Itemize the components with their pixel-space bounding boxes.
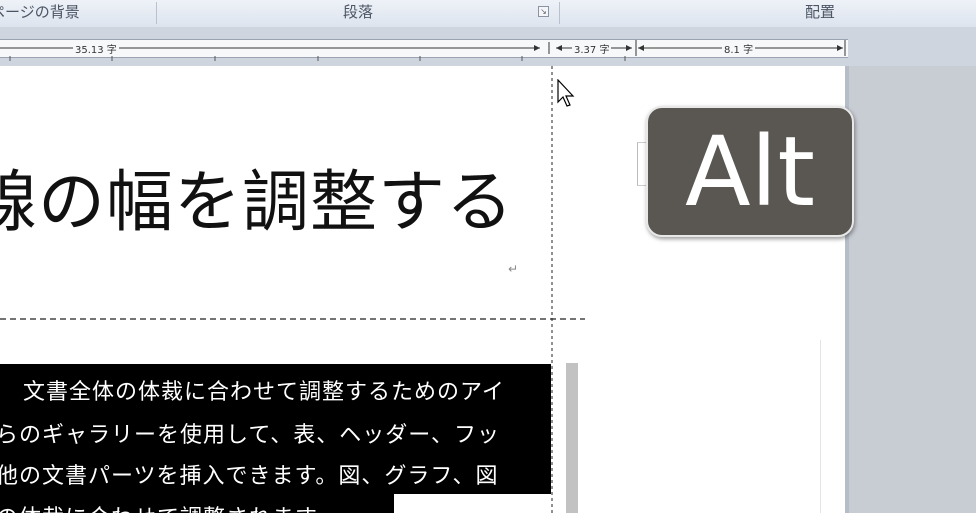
dialog-launcher-icon[interactable]: ↘ — [538, 6, 549, 17]
ruler-gap-width: 3.37 字 — [572, 41, 612, 56]
group-label-paragraph: 段落 — [342, 3, 373, 21]
key-press-overlay: Alt — [646, 106, 854, 237]
group-label-page-background: ページの背景 — [0, 3, 80, 21]
margin-line — [820, 340, 821, 513]
ruler-left-width: 35.13 字 — [73, 41, 119, 56]
paragraph-line: 他の文書パーツを挿入できます。図、グラフ、図 — [0, 464, 499, 489]
text-box-corner — [637, 142, 646, 186]
arrow-cursor-icon — [557, 79, 575, 107]
text-gap — [394, 494, 551, 513]
ribbon-group-bar: ページの背景 段落 ↘ 配置 — [0, 0, 976, 28]
group-label-arrange: 配置 — [804, 3, 835, 21]
ruler-markings — [0, 40, 846, 61]
paragraph-mark: ↵ — [508, 262, 519, 276]
document-heading[interactable]: 線の幅を調整する — [0, 148, 514, 245]
ruler-right-width: 8.1 字 — [722, 41, 756, 56]
paragraph-line: 文書全体の体裁に合わせて調整するためのアイ — [0, 380, 505, 405]
column-scroll-bar[interactable] — [566, 363, 578, 513]
horizontal-ruler[interactable]: 35.13 字 3.37 字 8.1 字 — [0, 27, 976, 66]
paragraph-line: らのギャラリーを使用して、表、ヘッダー、フッ — [0, 423, 501, 448]
selected-paragraph[interactable]: 文書全体の体裁に合わせて調整するためのアイ らのギャラリーを使用して、表、ヘッダ… — [0, 364, 551, 513]
paragraph-line: の体裁に合わせて調整されます — [0, 500, 318, 513]
key-label: Alt — [685, 116, 815, 228]
